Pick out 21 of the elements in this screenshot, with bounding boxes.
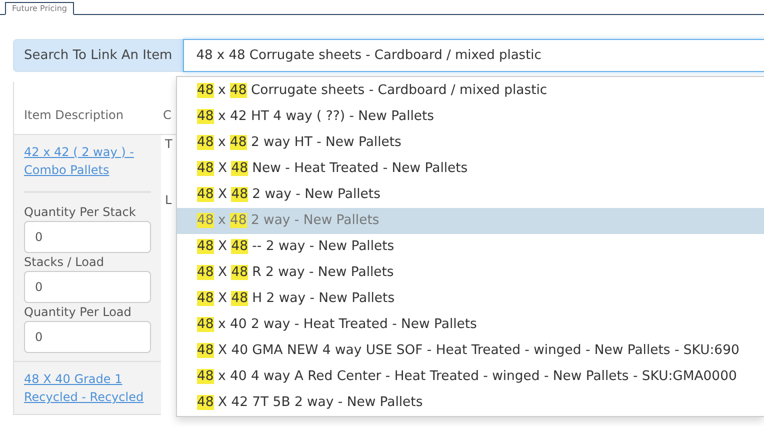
suggestion-item[interactable]: 48 X 48 -- 2 way - New Pallets — [177, 234, 764, 260]
quantity-field[interactable]: 0 — [24, 321, 151, 353]
field-label: Quantity Per Load — [24, 304, 132, 321]
suggestion-item[interactable]: 48 x 48 2 way - New Pallets — [177, 208, 764, 234]
field-label: T — [164, 136, 174, 153]
quantity-field[interactable]: 0 — [24, 221, 151, 253]
field-label: Stacks / Load — [24, 254, 105, 271]
quantity-field[interactable]: 0 — [24, 271, 151, 303]
suggestion-item[interactable]: 48 x 40 2 way - Heat Treated - New Pallets — [177, 312, 764, 338]
suggestion-item[interactable]: 48 X 48 2 way - New Pallets — [177, 182, 764, 208]
suggestion-item[interactable]: 48 X 42 7T 5B 2 way - New Pallets — [177, 390, 764, 416]
tab[interactable]: Future Pricing — [5, 2, 74, 15]
search-field[interactable]: 48 x 48 Corrugate sheets - Cardboard / mixed plastic — [183, 39, 764, 72]
suggestion-item[interactable]: 48 X 48 R 2 way - New Pallets — [177, 260, 764, 286]
suggestion-item[interactable]: 48 x 40 4 way A Red Center - Heat Treated - winged - New Pallets - SKU:GMA0000 — [177, 364, 764, 390]
search-label: Search To Link An Item — [13, 39, 184, 72]
suggestion-item[interactable]: 48 X 48 H 2 way - New Pallets — [177, 286, 764, 312]
field-label: Quantity Per Stack — [24, 204, 137, 221]
suggestion-item[interactable]: 48 X 40 GMA NEW 4 way USE SOF - Heat Treated - winged - New Pallets - SKU:690 — [177, 338, 764, 364]
suggestion-item[interactable]: 48 X 48 New - Heat Treated - New Pallets — [177, 156, 764, 182]
field-label: L — [164, 192, 173, 209]
